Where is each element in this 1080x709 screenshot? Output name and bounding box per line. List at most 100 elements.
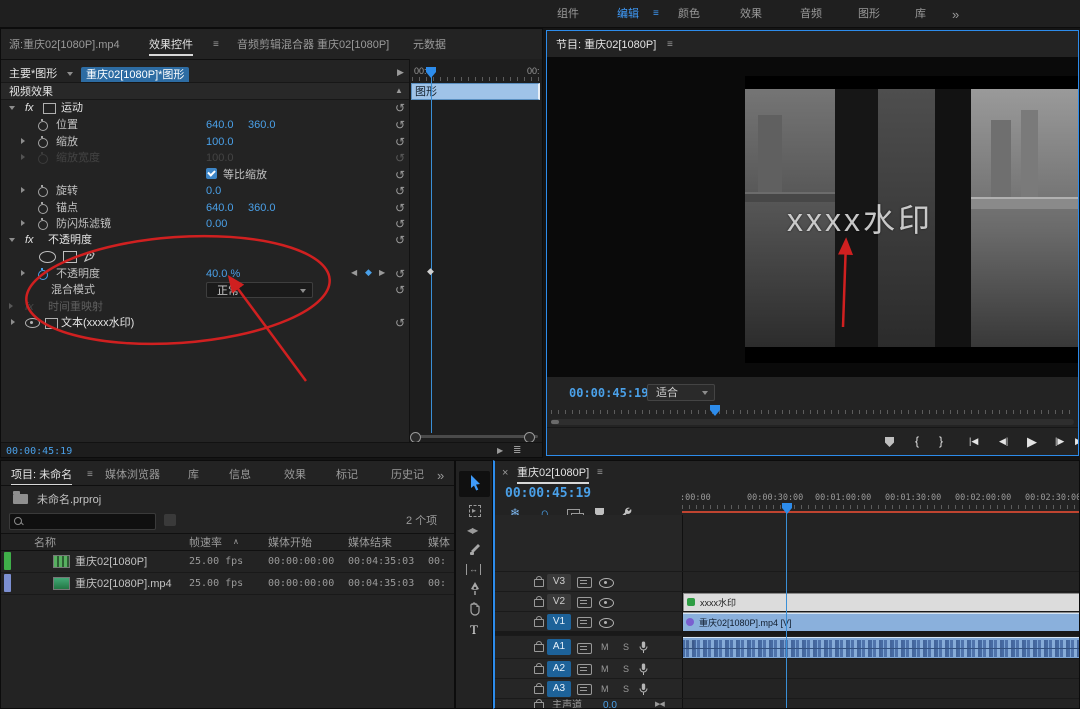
reset-icon[interactable]: ↺ <box>395 169 405 181</box>
voiceover-mic-icon[interactable] <box>638 663 649 676</box>
mute-button[interactable]: M <box>601 685 609 694</box>
stopwatch-icon[interactable] <box>38 204 48 214</box>
uniform-scale-checkbox[interactable] <box>206 168 217 179</box>
next-keyframe-icon[interactable]: ▶ <box>379 269 385 277</box>
chevron-right-icon[interactable] <box>21 220 25 226</box>
voiceover-mic-icon[interactable] <box>638 683 649 696</box>
program-video-frame[interactable]: xxxx水印 <box>745 76 1078 363</box>
stopwatch-icon-active[interactable] <box>38 270 48 280</box>
col-fps[interactable]: 帧速率 <box>189 538 222 549</box>
chevron-right-icon[interactable] <box>21 270 25 276</box>
sort-asc-icon[interactable]: ∧ <box>233 538 239 546</box>
hand-tool[interactable] <box>468 602 482 616</box>
solo-button[interactable]: S <box>623 685 629 694</box>
solo-button[interactable]: S <box>623 665 629 674</box>
add-marker-icon[interactable] <box>885 437 894 447</box>
reset-icon[interactable]: ↺ <box>395 185 405 197</box>
solo-button[interactable]: S <box>623 643 629 652</box>
tab-history[interactable]: 历史记 <box>391 470 424 481</box>
chevron-right-icon[interactable] <box>21 138 25 144</box>
eye-icon[interactable] <box>599 618 614 628</box>
step-forward-icon[interactable]: |▶ <box>1055 437 1064 446</box>
workspace-tab-graphics[interactable]: 图形 <box>858 9 880 20</box>
add-keyframe-icon[interactable]: ◆ <box>365 268 372 277</box>
project-file-name[interactable]: 未命名.prproj <box>37 495 101 506</box>
slip-tool[interactable]: ↔ <box>466 564 481 575</box>
rotation-value[interactable]: 0.0 <box>206 186 221 197</box>
col-media-end[interactable]: 媒体结束 <box>348 538 392 549</box>
keyframe-diamond-icon[interactable]: ◆ <box>427 267 434 276</box>
lock-icon[interactable] <box>534 686 544 694</box>
workspace-overflow-icon[interactable]: » <box>952 8 959 21</box>
track-a1-badge[interactable]: A1 <box>547 639 571 655</box>
antiflicker-value[interactable]: 0.00 <box>206 219 227 230</box>
col-name[interactable]: 名称 <box>34 538 56 549</box>
master-clip-label[interactable]: 主要*图形 <box>9 69 57 80</box>
program-monitor-title[interactable]: 节目: 重庆02[1080P] <box>556 40 656 51</box>
project-tabs-overflow-icon[interactable]: » <box>437 469 444 482</box>
rect-mask-icon[interactable] <box>63 251 77 263</box>
effect-row-opacity-group[interactable]: fx 不透明度 ↺ <box>1 232 409 249</box>
timeline-close-icon[interactable]: × <box>502 468 508 479</box>
selection-tool[interactable] <box>469 475 482 491</box>
track-v1-badge[interactable]: V1 <box>547 614 571 630</box>
program-monitor-menu-icon[interactable]: ≡ <box>667 40 673 50</box>
tab-media-browser[interactable]: 媒体浏览器 <box>105 470 160 481</box>
workspace-tab-editing[interactable]: 编辑 <box>617 9 639 20</box>
timeline-timecode[interactable]: 00:00:45:19 <box>505 487 591 500</box>
chevron-right-icon[interactable] <box>21 187 25 193</box>
lock-icon[interactable] <box>534 666 544 674</box>
panel-scroll-arrow-icon[interactable]: ▶ <box>397 68 404 77</box>
ec-options-icon[interactable]: ≣ <box>513 446 521 456</box>
ripple-edit-tool[interactable]: ◀▶ <box>467 527 477 535</box>
opacity-value[interactable]: 40.0 % <box>206 269 240 280</box>
lock-icon[interactable] <box>534 619 544 627</box>
blend-mode-dropdown[interactable]: 正常 <box>206 282 313 298</box>
voiceover-mic-icon[interactable] <box>638 641 649 654</box>
timeline-playhead-line[interactable] <box>786 513 787 709</box>
reset-icon[interactable]: ↺ <box>395 136 405 148</box>
chevron-down-icon[interactable] <box>67 72 73 76</box>
item-name[interactable]: 重庆02[1080P].mp4 <box>75 579 172 590</box>
tab-info[interactable]: 信息 <box>229 470 251 481</box>
video-effects-header[interactable]: 视频效果 ▲ <box>1 82 409 100</box>
timeline-ruler-ticks[interactable] <box>682 505 1080 509</box>
effect-row-text-layer[interactable]: 文本(xxxx水印) ↺ <box>1 314 409 331</box>
track-select-forward-tool[interactable]: ▸ <box>469 505 481 517</box>
reset-icon[interactable]: ↺ <box>395 119 405 131</box>
label-color-chip[interactable] <box>4 552 11 570</box>
tab-project-menu-icon[interactable]: ≡ <box>87 470 93 480</box>
filter-bin-icon[interactable] <box>164 514 176 526</box>
mute-button[interactable]: M <box>601 643 609 652</box>
clip-audio[interactable] <box>683 637 1080 659</box>
ec-playhead-line[interactable] <box>431 73 432 433</box>
scale-value[interactable]: 100.0 <box>206 137 234 148</box>
track-targeting-icon[interactable] <box>577 577 592 588</box>
lock-icon[interactable] <box>534 579 544 587</box>
stopwatch-icon[interactable] <box>38 220 48 230</box>
collapse-section-icon[interactable]: ▲ <box>395 87 403 95</box>
track-targeting-icon[interactable] <box>577 684 592 695</box>
ec-strip-scrollbar[interactable] <box>412 435 538 438</box>
tab-effects[interactable]: 效果 <box>284 470 306 481</box>
position-y-value[interactable]: 360.0 <box>248 120 276 131</box>
reset-icon[interactable]: ↺ <box>395 102 405 114</box>
prev-keyframe-icon[interactable]: ◀ <box>351 269 357 277</box>
eye-icon[interactable] <box>599 598 614 608</box>
mute-button[interactable]: M <box>601 665 609 674</box>
step-back-icon[interactable]: ◀| <box>999 437 1008 446</box>
lock-icon[interactable] <box>534 702 544 709</box>
item-name[interactable]: 重庆02[1080P] <box>75 557 147 568</box>
program-scrollbar[interactable] <box>551 419 1074 425</box>
play-button-icon[interactable]: ▶ <box>1027 435 1037 448</box>
program-playhead-marker[interactable] <box>710 405 720 416</box>
stopwatch-icon[interactable] <box>38 187 48 197</box>
chevron-down-icon[interactable] <box>9 106 15 110</box>
tab-effect-controls[interactable]: 效果控件 <box>149 40 193 56</box>
zoom-level-dropdown[interactable]: 适合 <box>647 384 715 401</box>
pen-mask-icon[interactable] <box>83 250 96 263</box>
timeline-menu-icon[interactable]: ≡ <box>597 468 603 478</box>
track-a3-badge[interactable]: A3 <box>547 681 571 697</box>
ec-timecode[interactable]: 00:00:45:19 <box>6 447 72 457</box>
master-level-value[interactable]: 0.0 <box>603 701 617 709</box>
